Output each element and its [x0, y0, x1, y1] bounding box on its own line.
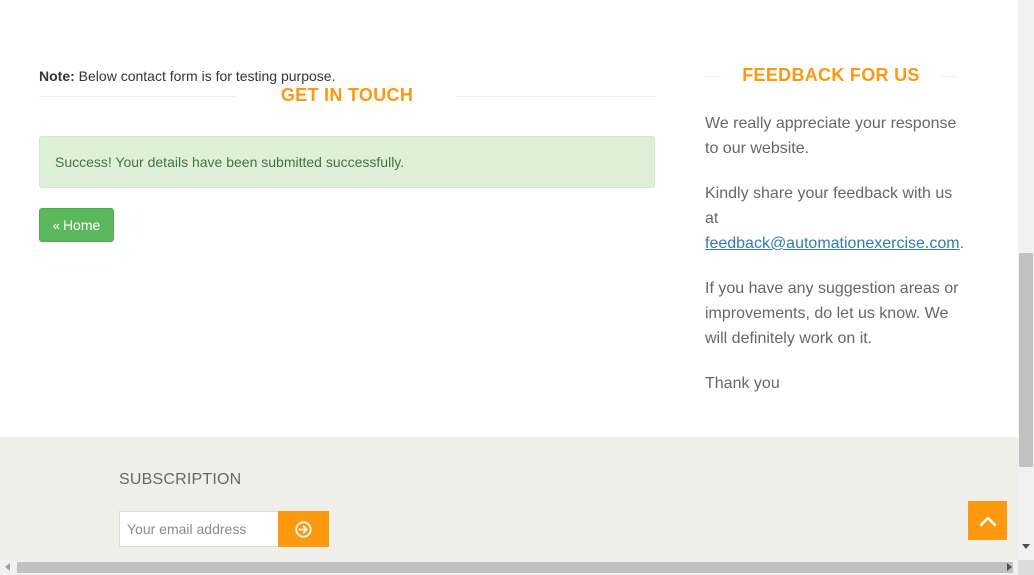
get-in-touch-title: GET IN TOUCH	[280, 85, 414, 105]
feedback-p2-tail: .	[959, 235, 965, 252]
feedback-paragraph-3: If you have any suggestion areas or impr…	[705, 280, 959, 347]
arrow-circle-right-icon	[295, 520, 312, 538]
feedback-paragraph-1: We really appreciate your response to ou…	[705, 115, 957, 157]
main-content: Note: Below contact form is for testing …	[0, 0, 1018, 437]
scroll-right-arrow-icon[interactable]	[1007, 563, 1012, 571]
home-button-label: Home	[62, 217, 101, 233]
scroll-left-arrow-icon[interactable]	[5, 563, 10, 571]
feedback-paragraph-4: Thank you	[705, 375, 780, 392]
angle-double-left-icon: «	[52, 217, 60, 233]
scroll-up-button[interactable]	[968, 501, 1007, 540]
feedback-divider-right	[941, 76, 957, 77]
feedback-heading: FEEDBACK FOR US	[705, 64, 957, 88]
contact-note: Note: Below contact form is for testing …	[39, 68, 335, 84]
feedback-paragraph-2: Kindly share your feedback with us at fe…	[705, 181, 970, 256]
feedback-email-link[interactable]: feedback@automationexercise.com	[705, 235, 960, 252]
scroll-down-arrow-icon[interactable]	[1022, 544, 1030, 549]
feedback-title: FEEDBACK FOR US	[742, 65, 920, 85]
subscription-title: SUBSCRIPTION	[119, 471, 242, 488]
note-label: Note:	[39, 68, 75, 84]
feedback-body: We really appreciate your response to ou…	[705, 111, 970, 416]
vertical-scrollbar-thumb[interactable]	[1019, 253, 1033, 467]
footer-widget: SUBSCRIPTION	[0, 437, 1018, 560]
chevron-up-icon	[979, 516, 996, 526]
subscribe-button[interactable]	[278, 511, 329, 547]
subscription-email-input[interactable]	[119, 511, 279, 547]
scrollbar-corner	[1018, 560, 1034, 575]
note-text: Below contact form is for testing purpos…	[74, 68, 336, 84]
vertical-scrollbar[interactable]	[1018, 0, 1034, 560]
horizontal-scrollbar[interactable]	[0, 560, 1018, 575]
feedback-p2-text: Kindly share your feedback with us at	[705, 185, 953, 227]
success-alert: Success! Your details have been submitte…	[39, 136, 655, 188]
home-button[interactable]: « Home	[39, 208, 114, 242]
horizontal-scrollbar-thumb[interactable]	[17, 562, 1013, 573]
heading-divider-right	[457, 96, 655, 97]
get-in-touch-heading: GET IN TOUCH	[39, 84, 655, 108]
